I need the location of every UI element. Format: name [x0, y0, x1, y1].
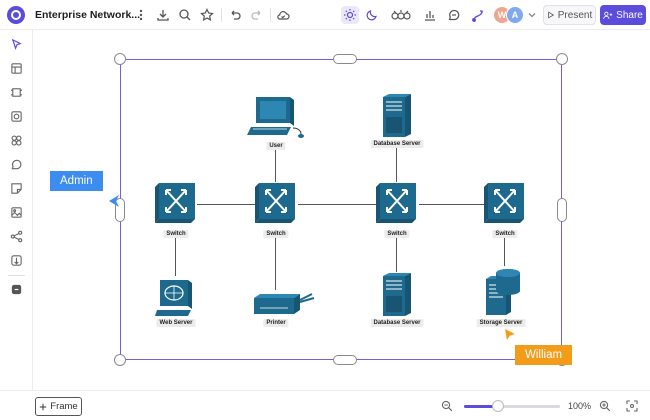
download-icon[interactable]: [155, 7, 171, 23]
comment-icon[interactable]: [446, 7, 462, 23]
sticky-note-icon[interactable]: [9, 181, 24, 196]
zoom-in-icon[interactable]: [598, 399, 612, 413]
chevron-down-icon[interactable]: [524, 7, 540, 23]
resize-handle-top-left[interactable]: [114, 53, 126, 65]
fit-to-screen-icon[interactable]: [625, 399, 639, 413]
left-toolbar: [0, 30, 33, 390]
present-button[interactable]: Present: [543, 5, 596, 25]
more-icon[interactable]: [133, 7, 149, 23]
redo-icon[interactable]: [249, 7, 265, 23]
link-icon[interactable]: [390, 7, 412, 23]
resize-handle-bottom[interactable]: [333, 355, 357, 365]
share-label: Share: [616, 9, 643, 21]
selection-frame[interactable]: [120, 59, 562, 360]
add-frame-button[interactable]: Frame: [35, 397, 82, 416]
resize-handle-right[interactable]: [557, 198, 567, 222]
connector-icon[interactable]: [470, 7, 486, 23]
shape-tool-icon[interactable]: [9, 109, 24, 124]
plugin-icon[interactable]: [9, 282, 24, 297]
zoom-slider[interactable]: [464, 405, 560, 408]
resize-handle-top[interactable]: [333, 54, 357, 64]
zoom-out-icon[interactable]: [440, 399, 454, 413]
components-icon[interactable]: [9, 133, 24, 148]
select-tool-icon[interactable]: [9, 37, 24, 52]
cursor-label-admin: Admin: [50, 171, 103, 191]
resize-handle-top-right[interactable]: [556, 53, 568, 65]
template-icon[interactable]: [9, 61, 24, 76]
play-icon: [547, 11, 554, 19]
image-icon[interactable]: [9, 205, 24, 220]
cursor-label-william: William: [515, 345, 573, 365]
zoom-slider-thumb[interactable]: [491, 400, 504, 412]
present-label: Present: [557, 9, 593, 21]
embed-icon[interactable]: [9, 253, 24, 268]
add-user-icon: [603, 11, 613, 19]
frame-button-label: Frame: [50, 401, 78, 412]
sun-icon[interactable]: [341, 6, 359, 24]
plus-icon: [40, 403, 47, 410]
document-title[interactable]: Enterprise Network...: [35, 9, 140, 21]
cursor-arrow-icon: [505, 329, 515, 340]
undo-icon[interactable]: [227, 7, 243, 23]
share-button[interactable]: Share: [600, 5, 646, 25]
bottom-toolbar: Frame 100%: [0, 390, 650, 420]
connector-tool-icon[interactable]: [9, 229, 24, 244]
collaborator-avatar-admin[interactable]: A: [506, 6, 524, 24]
zoom-level: 100%: [568, 401, 592, 411]
resize-handle-bottom-left[interactable]: [114, 354, 126, 366]
comment-tool-icon[interactable]: [9, 157, 24, 172]
frame-tool-icon[interactable]: [9, 85, 24, 100]
moon-icon[interactable]: [364, 7, 380, 23]
search-icon[interactable]: [177, 7, 193, 23]
app-logo[interactable]: [7, 6, 25, 24]
top-toolbar: Enterprise Network... W A Present Share: [0, 0, 650, 30]
cloud-sync-icon[interactable]: [275, 7, 291, 23]
star-icon[interactable]: [199, 7, 215, 23]
chart-icon[interactable]: [422, 7, 438, 23]
cursor-arrow-icon: [109, 195, 119, 207]
